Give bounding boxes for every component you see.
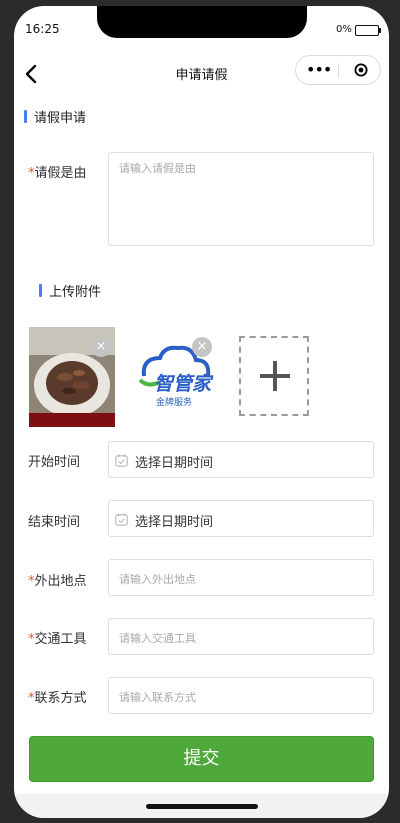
transport-input[interactable]: 请输入交通工具: [108, 618, 374, 655]
transport-label: *交通工具: [28, 628, 87, 647]
plus-icon-vertical: [273, 361, 277, 391]
battery-icon: [355, 25, 381, 36]
close-target-icon[interactable]: [354, 63, 368, 77]
capsule-divider: [338, 63, 339, 78]
attachment-logo[interactable]: 智管家 金牌服务 ×: [134, 336, 220, 422]
location-label: *外出地点: [28, 570, 87, 589]
attachment-photo[interactable]: ×: [29, 327, 115, 427]
end-time-label: 结束时间: [28, 515, 81, 530]
reason-textarea[interactable]: 请输入请假是由: [108, 152, 374, 246]
location-input[interactable]: 请输入外出地点: [108, 559, 374, 596]
section-title-attachments: 上传附件: [39, 281, 102, 300]
section-title-leave: 请假申请: [24, 107, 87, 126]
transport-placeholder: 请输入交通工具: [119, 632, 196, 645]
remove-attachment-icon[interactable]: ×: [91, 337, 111, 357]
more-icon[interactable]: •••: [306, 62, 332, 78]
section-title-leave-text: 请假申请: [34, 111, 87, 126]
location-placeholder: 请输入外出地点: [119, 573, 196, 586]
end-time-value: 选择日期时间: [135, 515, 214, 530]
home-indicator[interactable]: [146, 804, 258, 809]
section-title-attachments-text: 上传附件: [49, 285, 102, 300]
add-attachment-button[interactable]: [239, 336, 309, 416]
transport-label-text: 交通工具: [34, 632, 87, 647]
end-time-picker[interactable]: 选择日期时间: [108, 500, 374, 537]
notch: [97, 6, 307, 38]
reason-label-text: 请假是由: [34, 166, 87, 181]
contact-placeholder: 请输入联系方式: [119, 691, 196, 704]
mini-program-capsule: •••: [295, 55, 381, 85]
remove-attachment-icon[interactable]: ×: [192, 337, 212, 357]
location-label-text: 外出地点: [34, 574, 87, 589]
calendar-icon: [115, 513, 128, 526]
start-time-value: 选择日期时间: [135, 456, 214, 471]
contact-label: *联系方式: [28, 687, 87, 706]
accent-bar: [24, 110, 27, 123]
contact-input[interactable]: 请输入联系方式: [108, 677, 374, 714]
calendar-icon: [115, 454, 128, 467]
reason-label: *请假是由: [28, 162, 87, 181]
phone-screen: 16:25 0% 申请请假 ••• 请假申请 *请假是由 请输入请假是由 上传附…: [14, 6, 389, 818]
reason-placeholder: 请输入请假是由: [119, 162, 196, 175]
start-time-picker[interactable]: 选择日期时间: [108, 441, 374, 478]
accent-bar: [39, 284, 42, 297]
submit-button[interactable]: 提交: [29, 736, 374, 782]
battery-percent: 0%: [336, 24, 352, 35]
logo-subtitle: 金牌服务: [156, 398, 193, 408]
start-time-label: 开始时间: [28, 455, 81, 470]
contact-label-text: 联系方式: [34, 691, 87, 706]
status-time: 16:25: [25, 22, 60, 36]
logo-title: 智管家: [154, 373, 212, 395]
